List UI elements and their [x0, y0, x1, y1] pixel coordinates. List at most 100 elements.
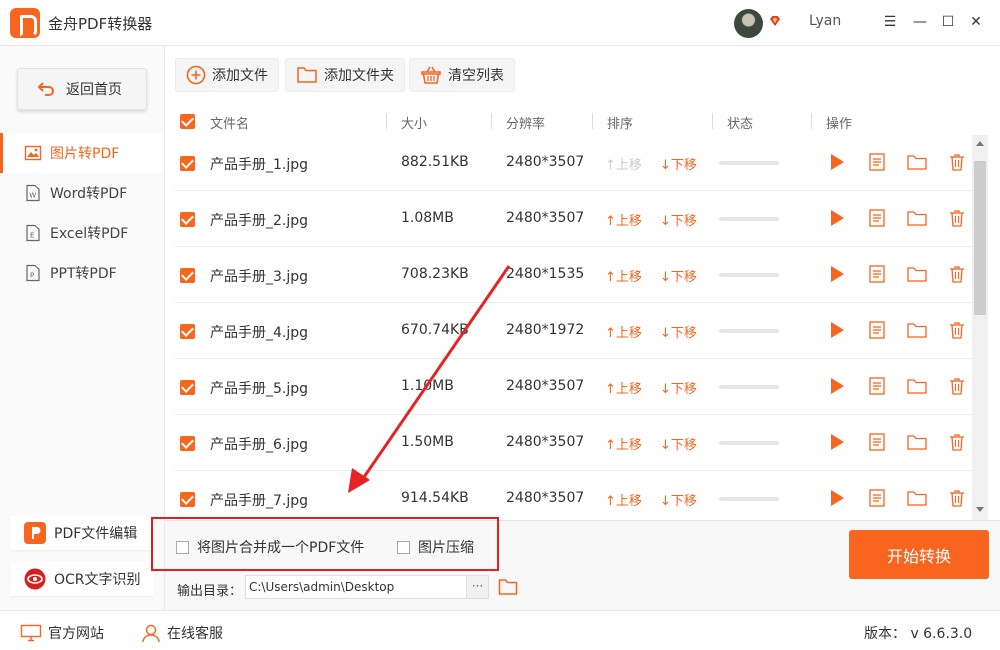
back-home-button[interactable]: 返回首页 [17, 68, 147, 110]
row-checkbox[interactable] [180, 492, 195, 507]
move-up-button[interactable]: ↑上移 [605, 434, 642, 453]
row-checkbox[interactable] [180, 156, 195, 171]
trash-icon[interactable] [946, 263, 968, 285]
select-all-checkbox[interactable] [180, 114, 195, 129]
pdf-edit-label: PDF文件编辑 [54, 526, 138, 542]
trash-icon[interactable] [946, 151, 968, 173]
move-down-button[interactable]: ↓下移 [660, 434, 697, 453]
maximize-button[interactable]: ☐ [938, 12, 958, 32]
move-up-button[interactable]: ↑上移 [605, 266, 642, 285]
play-icon[interactable] [826, 431, 848, 453]
compress-checkbox[interactable] [397, 540, 410, 554]
sidebar-item-label: 图片转PDF [50, 146, 120, 162]
move-down-button[interactable]: ↓下移 [660, 322, 697, 341]
move-up-button[interactable]: ↑上移 [605, 490, 642, 509]
file-size: 1.50MB [401, 434, 454, 450]
svg-text:W: W [29, 192, 36, 200]
add-file-button[interactable]: 添加文件 [175, 58, 279, 92]
table-row[interactable]: 产品手册_5.jpg 1.10MB 2480*3507 ↑上移 ↓下移 [175, 359, 972, 415]
ocr-button[interactable]: OCR文字识别 [10, 562, 154, 596]
move-down-button[interactable]: ↓下移 [660, 266, 697, 285]
row-checkbox[interactable] [180, 212, 195, 227]
document-icon[interactable] [866, 263, 888, 285]
folder-icon[interactable] [498, 577, 518, 597]
open-folder-icon[interactable] [906, 207, 928, 229]
move-up-label: 上移 [615, 214, 642, 229]
open-folder-icon[interactable] [906, 431, 928, 453]
table-row[interactable]: 产品手册_3.jpg 708.23KB 2480*1535 ↑上移 ↓下移 [175, 247, 972, 303]
open-folder-icon[interactable] [906, 319, 928, 341]
move-down-button[interactable]: ↓下移 [660, 378, 697, 397]
footer: 官方网站 在线客服 版本： v 6.6.3.0 [0, 610, 1000, 650]
document-icon[interactable] [866, 375, 888, 397]
scroll-thumb[interactable] [974, 161, 986, 315]
add-circle-icon [186, 65, 206, 85]
row-checkbox[interactable] [180, 380, 195, 395]
trash-icon[interactable] [946, 431, 968, 453]
sidebar-item-excel-to-pdf[interactable]: E Excel转PDF [0, 213, 164, 253]
vip-diamond-icon[interactable] [768, 14, 782, 28]
close-button[interactable]: ✕ [966, 12, 986, 32]
pdf-edit-button[interactable]: PDF文件编辑 [10, 516, 154, 550]
play-icon[interactable] [826, 207, 848, 229]
open-folder-icon[interactable] [906, 487, 928, 509]
trash-icon[interactable] [946, 319, 968, 341]
ocr-eye-icon [24, 568, 46, 590]
play-icon[interactable] [826, 263, 848, 285]
play-icon[interactable] [826, 375, 848, 397]
sidebar-item-ppt-to-pdf[interactable]: P PPT转PDF [0, 253, 164, 293]
menu-icon[interactable]: ☰ [880, 12, 900, 32]
sidebar-item-image-to-pdf[interactable]: 图片转PDF [0, 133, 164, 173]
vertical-scrollbar[interactable] [972, 135, 988, 520]
table-row[interactable]: 产品手册_1.jpg 882.51KB 2480*3507 ↑上移 ↓下移 [175, 135, 972, 191]
ppt-doc-icon: P [26, 264, 40, 282]
move-down-button[interactable]: ↓下移 [660, 490, 697, 509]
sidebar-item-word-to-pdf[interactable]: W Word转PDF [0, 173, 164, 213]
table-row[interactable]: 产品手册_2.jpg 1.08MB 2480*3507 ↑上移 ↓下移 [175, 191, 972, 247]
clear-list-button[interactable]: 清空列表 [409, 58, 515, 92]
move-down-button[interactable]: ↓下移 [660, 210, 697, 229]
document-icon[interactable] [866, 431, 888, 453]
output-path-field[interactable]: C:\Users\admin\Desktop [245, 575, 467, 599]
scroll-up-arrow-icon[interactable] [976, 141, 984, 146]
open-folder-icon[interactable] [906, 151, 928, 173]
header-actions: 操作 [826, 117, 853, 132]
username[interactable]: Lyan [809, 13, 841, 29]
play-icon[interactable] [826, 487, 848, 509]
table-row[interactable]: 产品手册_6.jpg 1.50MB 2480*3507 ↑上移 ↓下移 [175, 415, 972, 471]
scroll-down-arrow-icon[interactable] [976, 507, 984, 512]
play-icon[interactable] [826, 319, 848, 341]
progress-bar [719, 329, 779, 333]
move-up-button[interactable]: ↑上移 [605, 322, 642, 341]
row-checkbox[interactable] [180, 324, 195, 339]
trash-icon[interactable] [946, 375, 968, 397]
merge-pdf-checkbox[interactable] [176, 540, 189, 554]
move-up-button[interactable]: ↑上移 [605, 154, 642, 173]
play-icon[interactable] [826, 151, 848, 173]
move-up-label: 上移 [615, 158, 642, 173]
add-folder-button[interactable]: 添加文件夹 [285, 58, 405, 92]
move-up-button[interactable]: ↑上移 [605, 210, 642, 229]
merge-pdf-option[interactable]: 将图片合并成一个PDF文件 [176, 537, 364, 557]
start-convert-button[interactable]: 开始转换 [849, 530, 989, 579]
avatar[interactable] [734, 9, 763, 38]
minimize-button[interactable]: — [910, 12, 930, 32]
table-row[interactable]: 产品手册_7.jpg 914.54KB 2480*3507 ↑上移 ↓下移 [175, 471, 972, 520]
document-icon[interactable] [866, 207, 888, 229]
document-icon[interactable] [866, 151, 888, 173]
row-checkbox[interactable] [180, 436, 195, 451]
official-website-link[interactable]: 官方网站 [20, 623, 104, 643]
table-row[interactable]: 产品手册_4.jpg 670.74KB 2480*1972 ↑上移 ↓下移 [175, 303, 972, 359]
move-down-button[interactable]: ↓下移 [660, 154, 697, 173]
document-icon[interactable] [866, 319, 888, 341]
document-icon[interactable] [866, 487, 888, 509]
open-folder-icon[interactable] [906, 375, 928, 397]
compress-option[interactable]: 图片压缩 [397, 537, 474, 557]
trash-icon[interactable] [946, 207, 968, 229]
open-folder-icon[interactable] [906, 263, 928, 285]
move-up-button[interactable]: ↑上移 [605, 378, 642, 397]
row-checkbox[interactable] [180, 268, 195, 283]
trash-icon[interactable] [946, 487, 968, 509]
online-service-link[interactable]: 在线客服 [141, 623, 223, 643]
browse-more-button[interactable]: ··· [466, 575, 489, 599]
